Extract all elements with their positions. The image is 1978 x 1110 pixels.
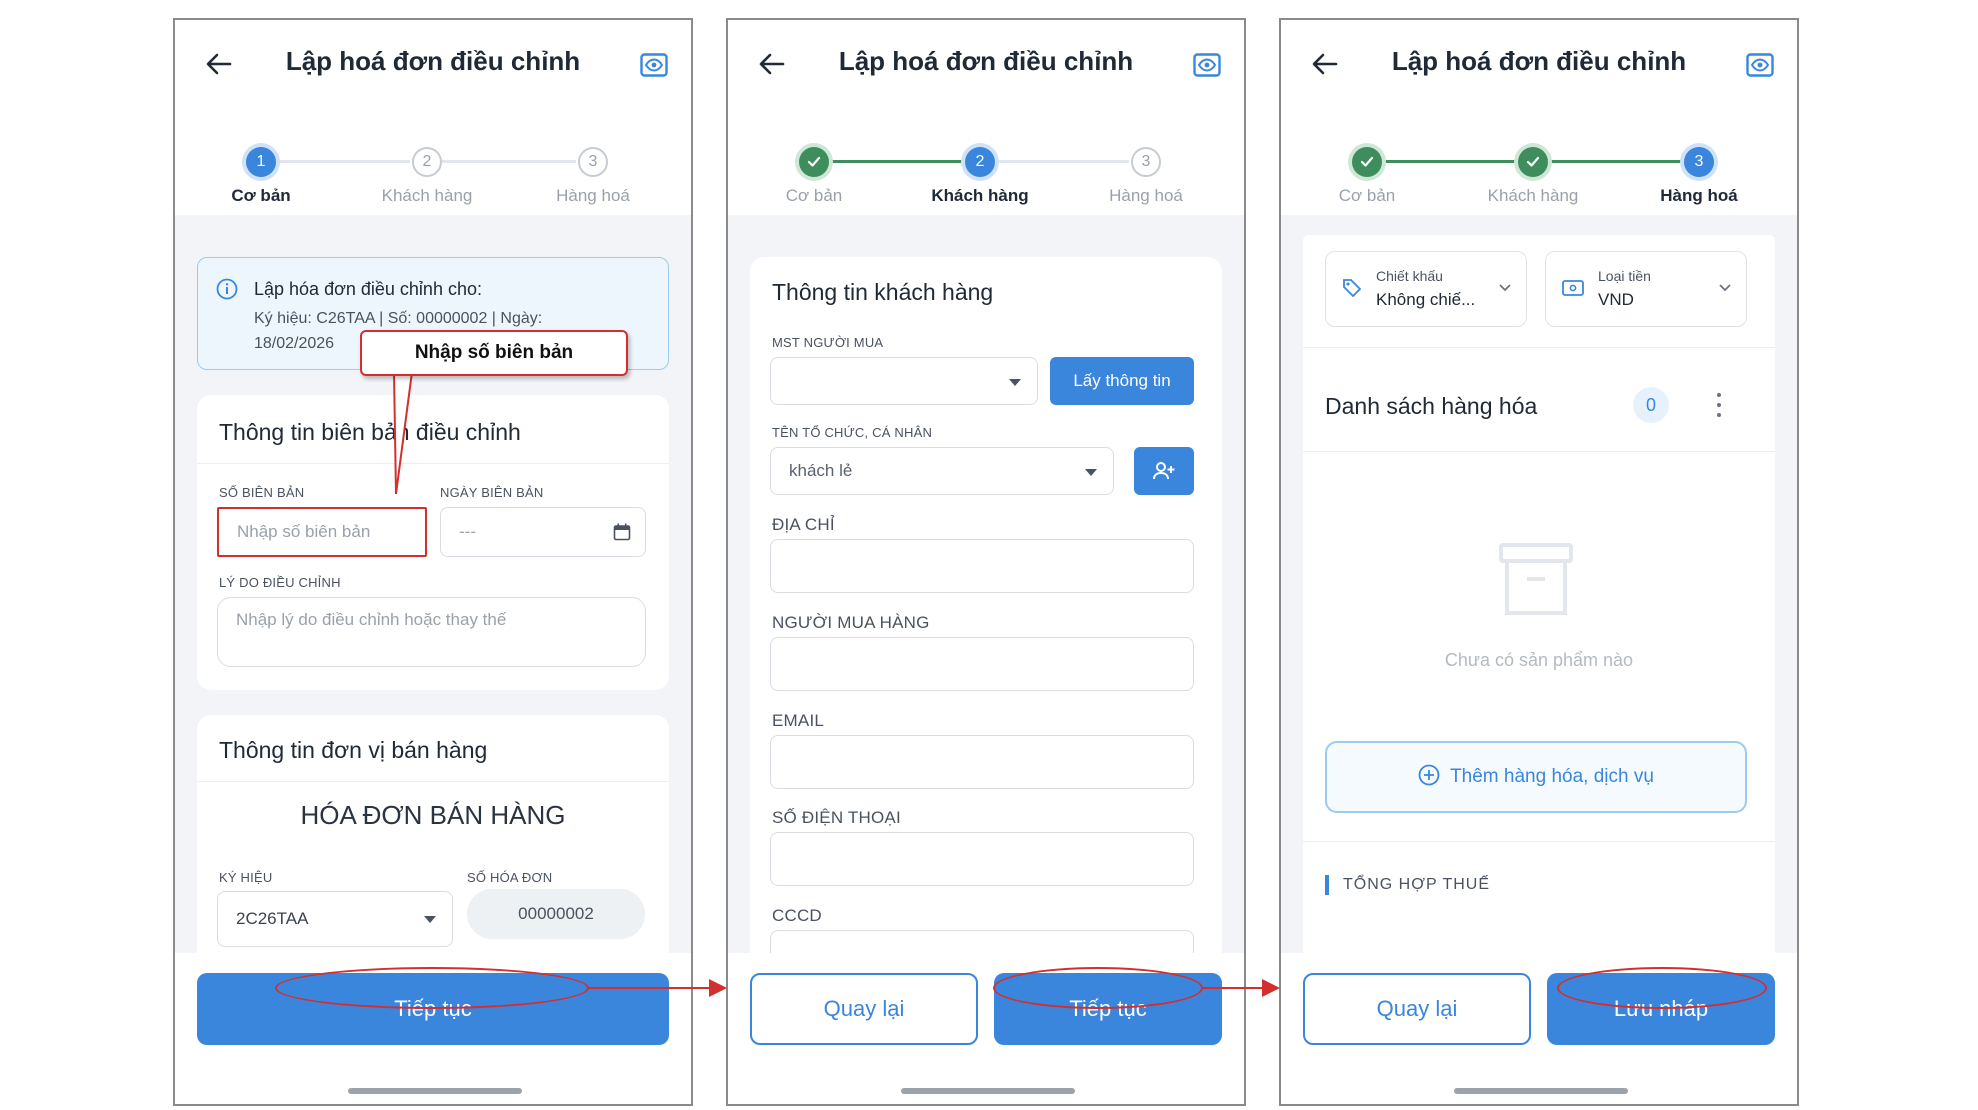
callout-pointer: [392, 371, 414, 495]
callout-joint: [395, 367, 417, 374]
flow-arrow-right-icon: [589, 979, 727, 997]
highlight-oval: [993, 967, 1203, 1009]
flow-arrow-right-icon: [1203, 979, 1280, 997]
tutorial-stage: Lập hoá đơn điều chỉnh 1 2 3 Cơ bản Khác…: [0, 0, 1978, 1110]
highlight-oval: [1557, 967, 1767, 1009]
highlight-oval: [275, 967, 589, 1009]
